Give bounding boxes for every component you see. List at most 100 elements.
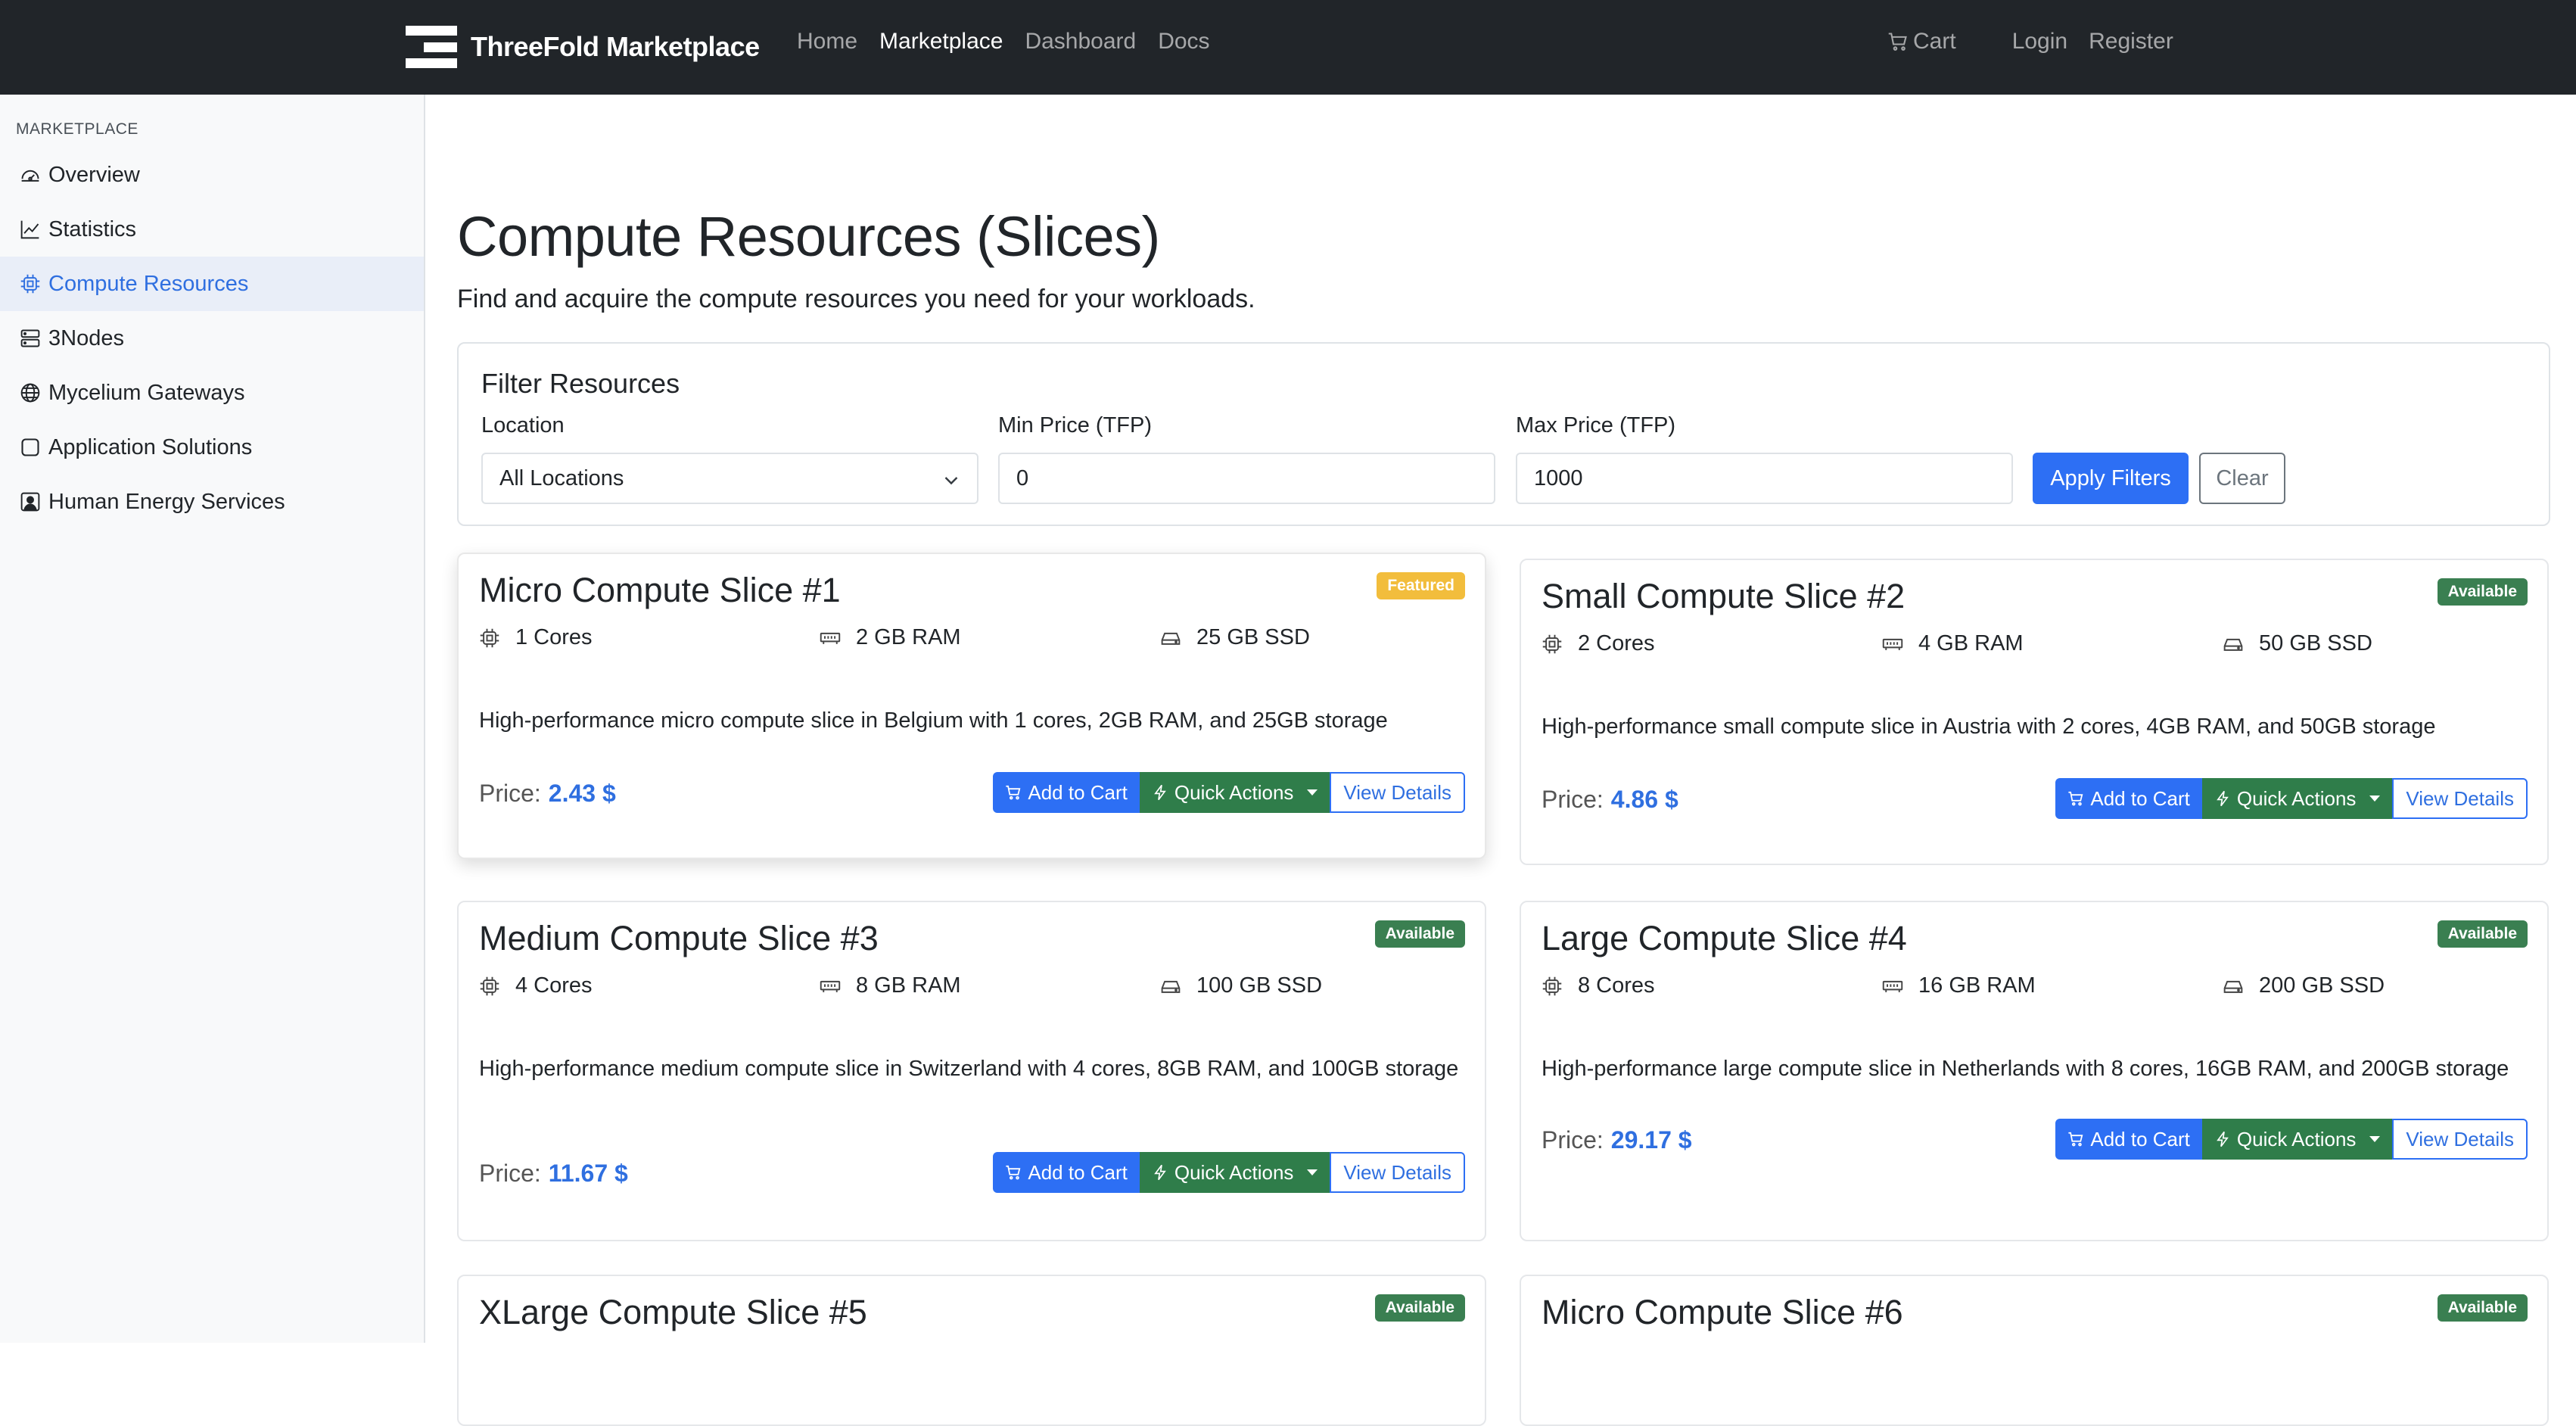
quick-actions-button[interactable]: Quick Actions [1139,1152,1330,1193]
view-details-button[interactable]: View Details [2392,1119,2528,1160]
memory-icon [820,632,841,644]
caret-down-icon [2369,1136,2381,1142]
add-to-cart-label: Add to Cart [1028,1160,1128,1184]
sidebar-item-application-solutions[interactable]: Application Solutions [0,420,424,475]
max-price-label: Max Price (TFP) [1516,413,1676,437]
add-to-cart-label: Add to Cart [1028,780,1128,804]
view-details-button[interactable]: View Details [2392,778,2528,819]
sidebar: MARKETPLACE Overview Statistics Compute … [0,95,425,1343]
price-label: Price: [479,780,541,807]
lightning-icon [1154,784,1166,801]
hdd-icon [1161,632,1181,645]
spec-ssd-text: 200 GB SSD [2259,973,2385,998]
nav-register[interactable]: Register [2089,29,2173,54]
status-badge: Available [2437,920,2528,948]
nav-login[interactable]: Login [2012,29,2067,54]
price-value: 2.43 $ [548,780,616,807]
featured-badge: Featured [1377,572,1465,599]
cart-icon [1888,33,1907,51]
sidebar-heading: MARKETPLACE [16,120,138,138]
sidebar-item-compute-resources[interactable]: Compute Resources [0,257,424,311]
card-description: High-performance medium compute slice in… [479,1057,1459,1081]
sidebar-item-human-energy-services[interactable]: Human Energy Services [0,475,424,529]
quick-actions-label: Quick Actions [1174,780,1294,804]
spec-ram-text: 4 GB RAM [1918,631,2024,655]
speedometer-icon [21,170,39,182]
cart-icon [1006,1165,1021,1180]
spec-ssd-text: 50 GB SSD [2259,631,2372,655]
nav-dashboard[interactable]: Dashboard [1025,29,1136,54]
location-label: Location [481,413,565,437]
card-specs: 2 Cores 4 GB RAM 50 GB SSD [1542,631,2525,662]
clear-filters-button[interactable]: Clear [2199,453,2285,504]
add-to-cart-button[interactable]: Add to Cart [2055,778,2202,819]
sidebar-item-label: Compute Resources [48,271,249,296]
brand-link[interactable]: ThreeFold Marketplace [406,24,760,70]
add-to-cart-button[interactable]: Add to Cart [993,1152,1140,1193]
location-select[interactable]: All Locations [481,453,978,504]
spec-ssd: 100 GB SSD [1160,973,1322,998]
status-badge: Available [1374,1294,1465,1322]
product-card: Micro Compute Slice #6 Available [1520,1275,2549,1426]
spec-cores: 8 Cores [1542,973,1655,998]
person-badge-icon [20,492,40,512]
memory-icon [820,980,841,992]
view-details-button[interactable]: View Details [1330,1152,1465,1193]
nav-docs[interactable]: Docs [1158,29,1209,54]
spec-ssd: 200 GB SSD [2223,973,2385,998]
sidebar-item-overview[interactable]: Overview [0,148,424,202]
top-navbar: ThreeFold Marketplace Home Marketplace D… [0,0,2576,95]
card-actions: Add to Cart Quick Actions View Details [993,1152,1465,1193]
card-specs: 1 Cores 2 GB RAM 25 GB SSD [479,625,1463,655]
sidebar-item-label: Human Energy Services [48,489,285,514]
nav-cart[interactable]: Cart [1887,29,1956,54]
chevron-down-icon [944,477,958,485]
nav-right: Cart Login Register [1887,29,2173,54]
status-badge: Available [2437,578,2528,606]
product-card: Medium Compute Slice #3 Available 4 Core… [457,901,1486,1241]
add-to-cart-button[interactable]: Add to Cart [2055,1119,2202,1160]
threefold-logo-icon [406,26,457,68]
min-price-input[interactable]: 0 [998,453,1495,504]
lightning-icon [2217,790,2229,807]
quick-actions-label: Quick Actions [1174,1160,1294,1184]
hdd-icon [2223,980,2243,993]
line-chart-icon [20,220,39,239]
max-price-value: 1000 [1534,465,1583,490]
quick-actions-button[interactable]: Quick Actions [1139,772,1330,813]
spec-ssd-text: 100 GB SSD [1196,973,1323,998]
card-title: Large Compute Slice #4 [1542,919,1907,957]
nav-links: Home Marketplace Dashboard Docs [797,29,1210,54]
max-price-input[interactable]: 1000 [1516,453,2013,504]
add-to-cart-label: Add to Cart [2090,786,2190,810]
sidebar-item-mycelium-gateways[interactable]: Mycelium Gateways [0,366,424,420]
price-label: Price: [479,1160,541,1187]
spec-ram-text: 16 GB RAM [1918,973,2036,998]
hdd-icon [2223,638,2243,651]
status-badge: Available [1374,920,1465,948]
nav-marketplace[interactable]: Marketplace [879,29,1003,54]
server-icon [20,329,40,347]
app-square-icon [21,438,39,456]
add-to-cart-button[interactable]: Add to Cart [993,772,1140,813]
cart-icon [1006,785,1021,800]
memory-icon [1882,638,1903,650]
page-subtitle: Find and acquire the compute resources y… [457,285,1255,313]
price-value: 29.17 $ [1610,1126,1692,1154]
lightning-icon [1154,1164,1166,1181]
hdd-icon [1161,980,1181,993]
quick-actions-button[interactable]: Quick Actions [2201,778,2393,819]
quick-actions-button[interactable]: Quick Actions [2201,1119,2393,1160]
view-details-button[interactable]: View Details [1330,772,1465,813]
sidebar-item-label: Application Solutions [48,434,253,459]
nav-home[interactable]: Home [797,29,857,54]
sidebar-item-3nodes[interactable]: 3Nodes [0,311,424,366]
price-row: Price: 2.43 $ [479,780,616,808]
card-title: Medium Compute Slice #3 [479,919,879,957]
apply-filters-button[interactable]: Apply Filters [2033,453,2189,504]
card-title: Micro Compute Slice #6 [1542,1293,1903,1331]
price-value: 11.67 $ [548,1160,628,1187]
sidebar-item-statistics[interactable]: Statistics [0,202,424,257]
quick-actions-label: Quick Actions [2236,786,2357,810]
spec-ram: 4 GB RAM [1882,631,2024,656]
